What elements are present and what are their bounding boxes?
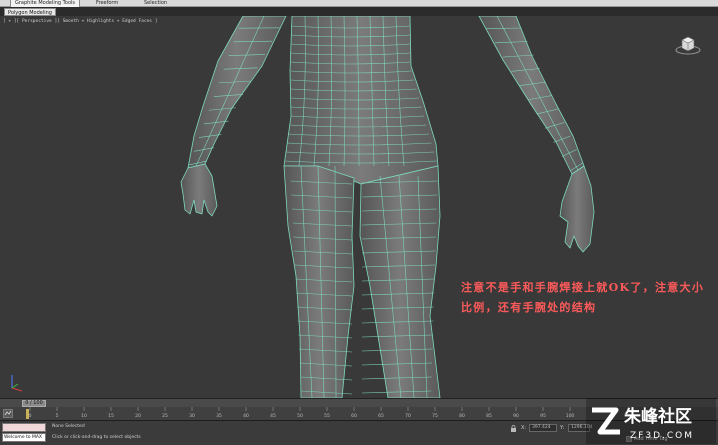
right-arm bbox=[478, 16, 585, 175]
viewcube-icon[interactable] bbox=[674, 34, 702, 56]
timeline-tick-label: 95 bbox=[540, 413, 546, 419]
time-slider-handle[interactable]: 0 / 100 bbox=[22, 400, 46, 407]
timeline-tick-label: 100 bbox=[566, 413, 575, 419]
tab-graphite-modeling-tools[interactable]: Graphite Modeling Tools bbox=[10, 0, 81, 7]
axis-tripod-icon bbox=[11, 375, 23, 392]
tab-freeform[interactable]: Freeform bbox=[92, 0, 122, 7]
timeline-tick-label: 65 bbox=[378, 413, 384, 419]
viewport-label[interactable]: [ + ][ Perspective ][ Smooth + Highlight… bbox=[3, 19, 157, 24]
timeline-ruler: 0 5 10 15 20 25 30 35 40 45 50 55 60 65 70 75 80 85 90 95 10… bbox=[29, 407, 575, 419]
timeline-tick-label: 5 bbox=[56, 413, 59, 419]
selection-status: None Selected bbox=[52, 424, 85, 429]
timeline-tick-label: 80 bbox=[459, 413, 465, 419]
timeline-tick-label: 10 bbox=[81, 413, 87, 419]
timeline-tick-label: 15 bbox=[108, 413, 114, 419]
watermark-site: ZF3D.COM bbox=[630, 431, 694, 441]
maxscript-listener[interactable] bbox=[2, 423, 46, 432]
open-curve-editor-icon[interactable] bbox=[3, 409, 13, 418]
y-coord-label: Y: bbox=[560, 425, 565, 431]
timeline-tick-label: 55 bbox=[324, 413, 330, 419]
timeline-tick-label: 25 bbox=[162, 413, 168, 419]
lock-icon[interactable] bbox=[510, 425, 517, 432]
timeline-tick-label: 75 bbox=[432, 413, 438, 419]
left-hand bbox=[180, 163, 218, 217]
tab-selection[interactable]: Selection bbox=[140, 0, 171, 7]
timeline-tick-label: 35 bbox=[216, 413, 222, 419]
timeline-tick-label: 45 bbox=[270, 413, 276, 419]
ribbon-tab-bar: Graphite Modeling Tools Freeform Selecti… bbox=[0, 0, 718, 7]
timeline-tick-label: 20 bbox=[135, 413, 141, 419]
right-hand bbox=[559, 165, 595, 253]
annotation-line-2: 比例，还有手腕处的结构 bbox=[461, 301, 597, 314]
perspective-viewport[interactable]: [ + ][ Perspective ][ Smooth + Highlight… bbox=[0, 16, 718, 398]
x-coord-field[interactable]: 397.424 bbox=[529, 424, 557, 432]
left-arm-edge-ring bbox=[195, 16, 265, 167]
timeline-tick-label: 50 bbox=[297, 413, 303, 419]
polygon-modeling-panel[interactable]: Polygon Modeling bbox=[4, 8, 56, 16]
left-arm bbox=[187, 16, 287, 169]
prompt-line: Click or click-and-drag to select object… bbox=[52, 435, 141, 440]
annotation-line-1: 注意不是手和手腕焊接上就OK了，注意大小 bbox=[461, 281, 705, 294]
timeline-tick-label: 90 bbox=[513, 413, 519, 419]
annotation-note: 注意不是手和手腕焊接上就OK了，注意大小 比例，还有手腕处的结构 bbox=[461, 278, 716, 318]
maxscript-mini-listener[interactable]: Welcome to MAX bbox=[2, 433, 46, 442]
character-mesh bbox=[180, 16, 595, 398]
timeline-tick-label: 30 bbox=[189, 413, 195, 419]
right-arm-edge-ring bbox=[496, 16, 579, 171]
timeline-tick-label: 60 bbox=[351, 413, 357, 419]
zf3d-watermark-logo: 朱峰社区 ZF3D.COM bbox=[586, 398, 716, 444]
timeline-tick-label: 40 bbox=[243, 413, 249, 419]
timeline-tick-label: 0 bbox=[29, 413, 32, 419]
watermark-brand: 朱峰社区 bbox=[624, 406, 692, 427]
x-coord-label: X: bbox=[521, 425, 527, 431]
timeline-tick-label: 70 bbox=[405, 413, 411, 419]
timeline-tick-label: 85 bbox=[486, 413, 492, 419]
